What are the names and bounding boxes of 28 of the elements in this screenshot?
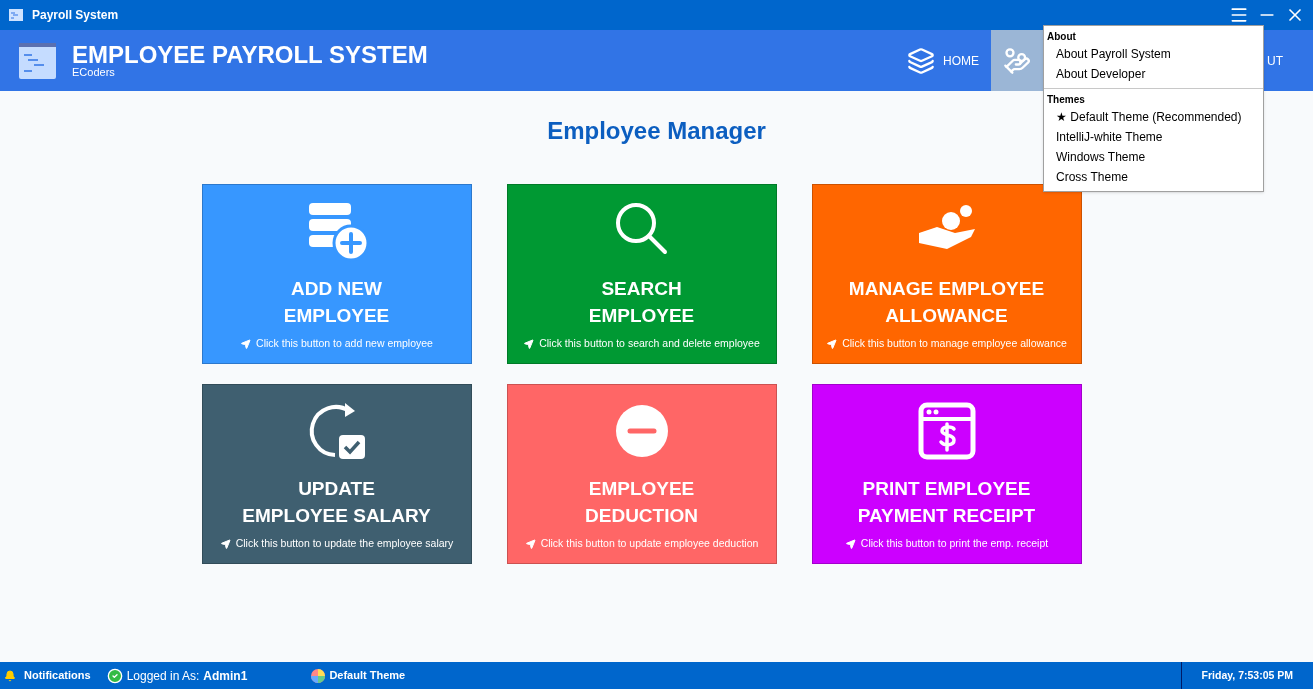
clock: Friday, 7:53:05 PM — [1201, 667, 1293, 683]
page-title: Employee Manager — [547, 116, 766, 146]
tile-hint: Click this button to update employee deduction — [540, 536, 759, 551]
tile-hint: Click this button to update the employee salary — [235, 536, 454, 551]
tile-title: EMPLOYEE — [588, 304, 695, 328]
tile-title: PRINT EMPLOYEE — [862, 477, 1031, 501]
tile-title: ALLOWANCE — [885, 304, 1008, 328]
tile-hint: Click this button to add new employee — [256, 336, 433, 351]
user-name: Admin1 — [203, 667, 248, 685]
tile-title: PAYMENT RECEIPT — [857, 504, 1036, 528]
tile-title: DEDUCTION — [585, 504, 698, 528]
menu-heading: Themes — [1046, 93, 1086, 107]
login-label: Logged in As: — [126, 667, 200, 685]
tile-title: SEARCH — [601, 277, 682, 301]
tile-title: UPDATE — [298, 477, 375, 501]
app-title: EMPLOYEE PAYROLL SYSTEM — [72, 43, 428, 67]
tile-title: EMPLOYEE — [283, 304, 390, 328]
tile-title: ADD NEW — [291, 277, 382, 301]
theme-label: Default Theme — [329, 668, 406, 684]
tile-hint: Click this button to manage employee allowance — [842, 336, 1067, 351]
tile-title: EMPLOYEE — [588, 477, 695, 501]
tile-title: EMPLOYEE SALARY — [242, 504, 431, 528]
tile-hint: Click this button to search and delete employee — [539, 336, 760, 351]
app-subtitle: ECoders — [72, 67, 116, 78]
tile-hint: Click this button to print the emp. receipt — [860, 536, 1049, 551]
tile-title: MANAGE EMPLOYEE — [848, 277, 1045, 301]
menu-heading: About — [1046, 30, 1077, 44]
window-title: Payroll System — [32, 7, 119, 24]
